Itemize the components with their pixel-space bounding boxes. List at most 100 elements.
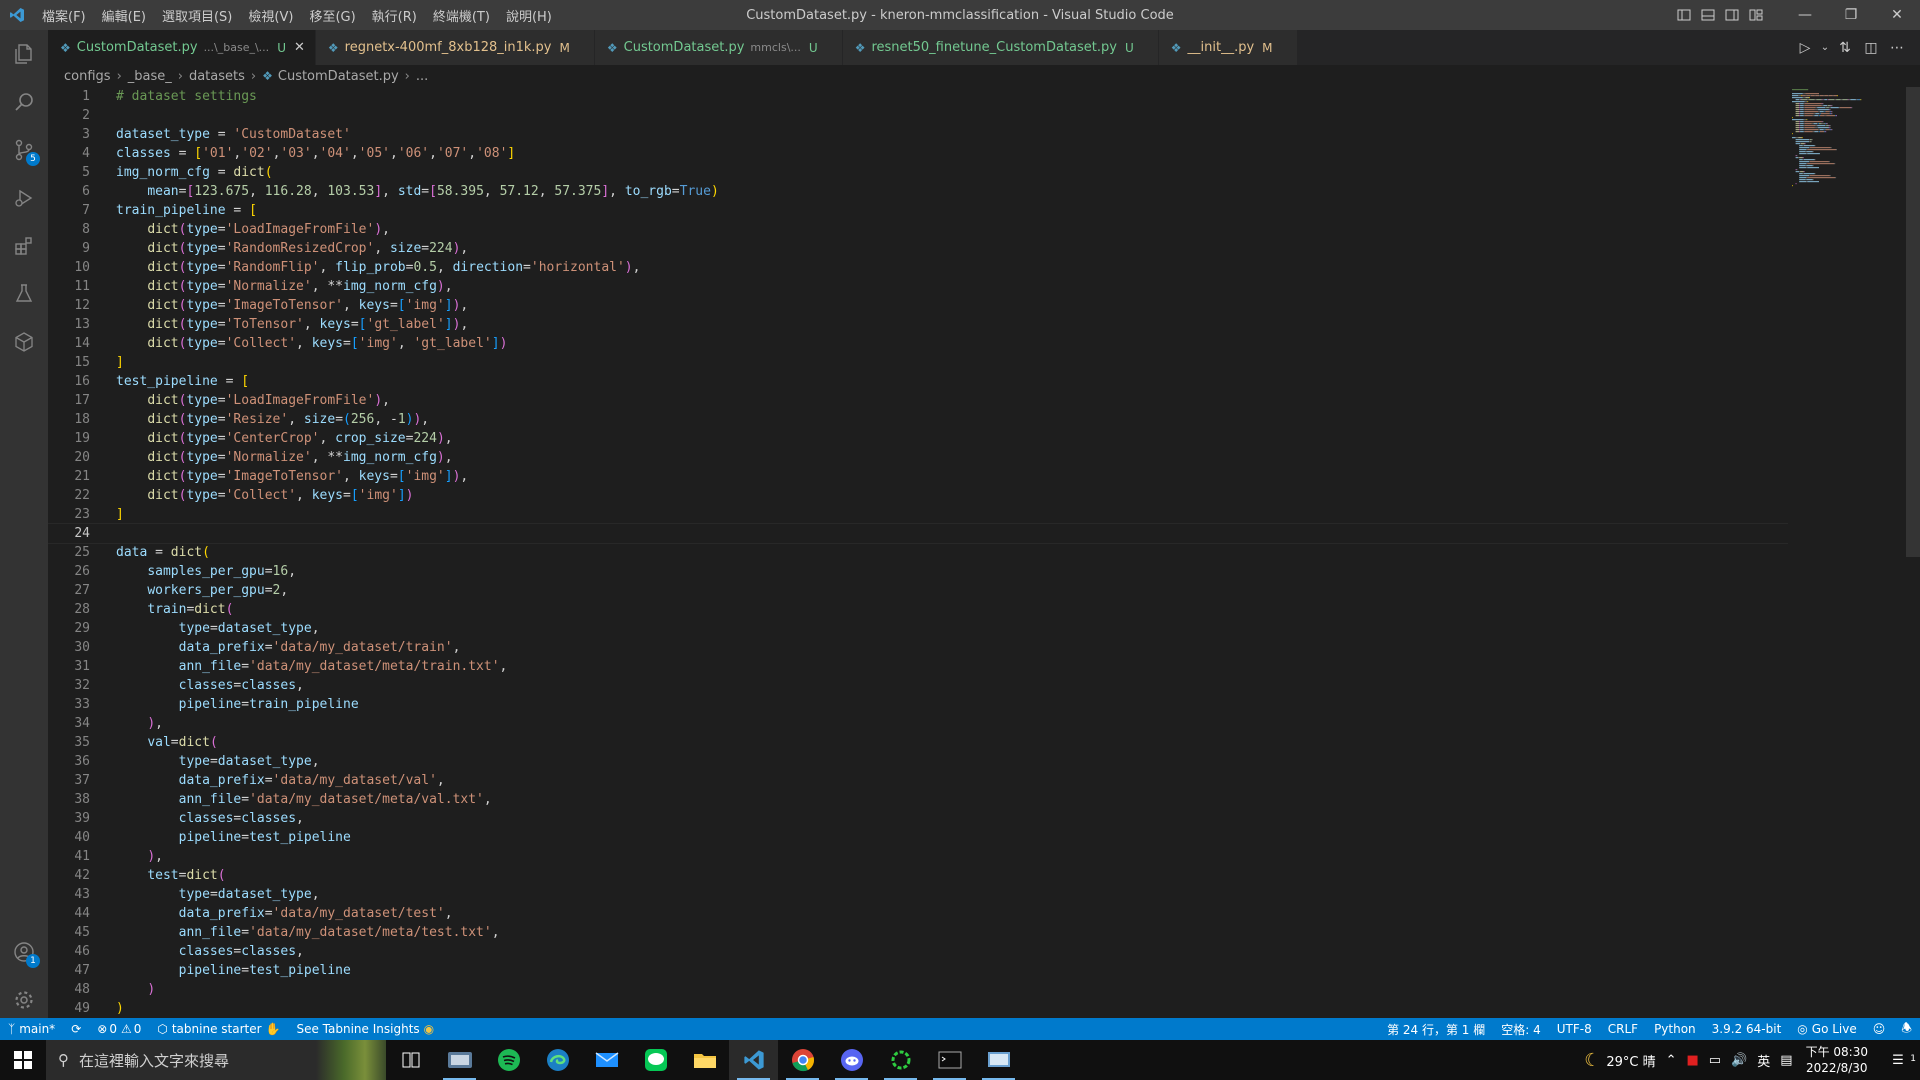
encoding[interactable]: UTF-8 — [1549, 1022, 1600, 1036]
run-debug-icon[interactable] — [0, 174, 48, 222]
edge-browser-icon[interactable] — [533, 1040, 582, 1080]
menu-help[interactable]: 說明(H) — [498, 6, 560, 25]
code-line[interactable]: 13 dict(type='ToTensor', keys=['gt_label… — [48, 315, 1788, 334]
problems-indicator[interactable]: ⊗ 0 ⚠ 0 — [89, 1022, 149, 1036]
volume-icon[interactable]: 🔊 — [1726, 1053, 1752, 1068]
code-line[interactable]: 11 dict(type='Normalize', **img_norm_cfg… — [48, 277, 1788, 296]
extensions-icon[interactable] — [0, 222, 48, 270]
toggle-primary-sidebar-icon[interactable] — [1672, 0, 1696, 30]
code-line[interactable]: 1 # dataset settings — [48, 87, 1788, 106]
close-icon[interactable]: ✕ — [294, 40, 305, 55]
minimize-button[interactable]: — — [1782, 0, 1828, 30]
code-line[interactable]: 4 classes = ['01','02','03','04','05','06… — [48, 144, 1788, 163]
code-line[interactable]: 33 pipeline=train_pipeline — [48, 695, 1788, 714]
ime-mode-icon[interactable]: ▤ — [1775, 1053, 1797, 1068]
code-line[interactable]: 38 ann_file='data/my_dataset/meta/val.tx… — [48, 790, 1788, 809]
weather-widget[interactable]: ☾ 29°C 晴 — [1579, 1050, 1660, 1071]
code-line[interactable]: 23] — [48, 505, 1788, 524]
mail-icon[interactable] — [582, 1040, 631, 1080]
breadcrumb-item[interactable]: _base_ — [128, 69, 172, 84]
spotify-icon[interactable] — [484, 1040, 533, 1080]
open-changes-icon[interactable]: ⇅ — [1832, 40, 1858, 56]
code-line[interactable]: 21 dict(type='ImageToTensor', keys=['img… — [48, 467, 1788, 486]
code-line[interactable]: 25 data = dict( — [48, 543, 1788, 562]
code-line[interactable]: 20 dict(type='Normalize', **img_norm_cfg… — [48, 448, 1788, 467]
code-line[interactable]: 45 ann_file='data/my_dataset/meta/test.t… — [48, 923, 1788, 942]
go-live-button[interactable]: ◎ Go Live — [1789, 1022, 1864, 1036]
clock[interactable]: 下午 08:30 2022/8/30 — [1798, 1044, 1876, 1076]
code-line[interactable]: 44 data_prefix='data/my_dataset/test', — [48, 904, 1788, 923]
toggle-secondary-sidebar-icon[interactable] — [1720, 0, 1744, 30]
sync-icon[interactable]: ⟳ — [63, 1022, 89, 1036]
breadcrumb-item[interactable]: CustomDataset.py — [278, 69, 399, 84]
loading-app-icon[interactable] — [876, 1040, 925, 1080]
code-line[interactable]: 43 type=dataset_type, — [48, 885, 1788, 904]
code-line[interactable]: 40 pipeline=test_pipeline — [48, 828, 1788, 847]
code-line[interactable]: 36 type=dataset_type, — [48, 752, 1788, 771]
vertical-scrollbar[interactable] — [1906, 87, 1920, 557]
code-line[interactable]: 42 test=dict( — [48, 866, 1788, 885]
tab-init[interactable]: ❖ __init__.py M — [1158, 30, 1298, 65]
code-line[interactable]: 41 ), — [48, 847, 1788, 866]
code-line[interactable]: 49) — [48, 999, 1788, 1017]
split-editor-icon[interactable]: ◫ — [1858, 40, 1884, 56]
code-editor[interactable]: 1 # dataset settings 2 3 dataset_type = 'Cus… — [48, 87, 1788, 1017]
menu-run[interactable]: 執行(R) — [364, 6, 425, 25]
task-view-icon[interactable] — [386, 1040, 435, 1080]
branch-indicator[interactable]: ᛉ main* — [0, 1022, 63, 1036]
code-line[interactable]: 17 dict(type='LoadImageFromFile'), — [48, 391, 1788, 410]
discord-icon[interactable] — [827, 1040, 876, 1080]
menu-go[interactable]: 移至(G) — [301, 6, 363, 25]
language-mode[interactable]: Python — [1646, 1022, 1704, 1036]
code-line[interactable]: 2 — [48, 106, 1788, 125]
menu-terminal[interactable]: 終端機(T) — [425, 6, 498, 25]
explorer-icon[interactable] — [0, 30, 48, 78]
tab-customdataset-mmcls[interactable]: ❖ CustomDataset.py mmcls\... U — [594, 30, 843, 65]
code-line[interactable]: 3 dataset_type = 'CustomDataset' — [48, 125, 1788, 144]
code-line[interactable]: 30 data_prefix='data/my_dataset/train', — [48, 638, 1788, 657]
code-line[interactable]: 8 dict(type='LoadImageFromFile'), — [48, 220, 1788, 239]
action-center-icon[interactable]: ☰ 1 — [1876, 1053, 1920, 1068]
code-line[interactable]: 7 train_pipeline = [ — [48, 201, 1788, 220]
tab-resnet50-finetune[interactable]: ❖ resnet50_finetune_CustomDataset.py U — [842, 30, 1159, 65]
tabnine-insights[interactable]: See Tabnine Insights ◉ — [288, 1022, 442, 1036]
code-line[interactable]: 19 dict(type='CenterCrop', crop_size=224… — [48, 429, 1788, 448]
code-line[interactable]: 12 dict(type='ImageToTensor', keys=['img… — [48, 296, 1788, 315]
menu-edit[interactable]: 編輯(E) — [94, 6, 154, 25]
remote-desktop-icon[interactable] — [974, 1040, 1023, 1080]
search-icon[interactable] — [0, 78, 48, 126]
code-line[interactable]: 18 dict(type='Resize', size=(256, -1)), — [48, 410, 1788, 429]
vscode-taskbar-icon[interactable] — [729, 1040, 778, 1080]
notifications-bell-icon[interactable]: 🕭 — [1893, 1019, 1920, 1040]
code-line[interactable]: 47 pipeline=test_pipeline — [48, 961, 1788, 980]
file-explorer-icon[interactable] — [680, 1040, 729, 1080]
tab-regnetx[interactable]: ❖ regnetx-400mf_8xb128_in1k.py M — [315, 30, 595, 65]
show-hidden-icons-chevron-icon[interactable]: ⌃ — [1661, 1053, 1682, 1068]
testing-icon[interactable] — [0, 270, 48, 318]
chrome-icon[interactable] — [778, 1040, 827, 1080]
code-line[interactable]: 39 classes=classes, — [48, 809, 1788, 828]
code-line[interactable]: 24 — [48, 523, 1788, 544]
code-line[interactable]: 9 dict(type='RandomResizedCrop', size=22… — [48, 239, 1788, 258]
feedback-icon[interactable]: ☺ — [1865, 1022, 1894, 1036]
code-line[interactable]: 22 dict(type='Collect', keys=['img']) — [48, 486, 1788, 505]
code-line[interactable]: 48 ) — [48, 980, 1788, 999]
network-icon[interactable]: ▭ — [1704, 1053, 1726, 1068]
code-line[interactable]: 15] — [48, 353, 1788, 372]
cursor-position[interactable]: 第 24 行，第 1 欄 — [1379, 1021, 1493, 1038]
minimap[interactable] — [1790, 87, 1906, 1017]
accounts-icon[interactable]: 1 — [0, 928, 48, 976]
breadcrumb-item[interactable]: datasets — [189, 69, 245, 84]
taskbar-app-icon[interactable] — [435, 1040, 484, 1080]
more-actions-icon[interactable]: ⋯ — [1884, 40, 1910, 56]
code-line[interactable]: 34 ), — [48, 714, 1788, 733]
code-line[interactable]: 5 img_norm_cfg = dict( — [48, 163, 1788, 182]
toggle-panel-icon[interactable] — [1696, 0, 1720, 30]
code-line[interactable]: 14 dict(type='Collect', keys=['img', 'gt… — [48, 334, 1788, 353]
windows-start-icon[interactable] — [0, 1040, 46, 1080]
tab-customdataset-base[interactable]: ❖ CustomDataset.py ...\_base_\... U ✕ — [48, 30, 316, 65]
code-line[interactable]: 46 classes=classes, — [48, 942, 1788, 961]
menu-file[interactable]: 檔案(F) — [34, 6, 94, 25]
close-window-button[interactable]: ✕ — [1874, 0, 1920, 30]
taskbar-search-box[interactable]: ⚲ 在這裡輸入文字來搜尋 — [46, 1040, 386, 1080]
